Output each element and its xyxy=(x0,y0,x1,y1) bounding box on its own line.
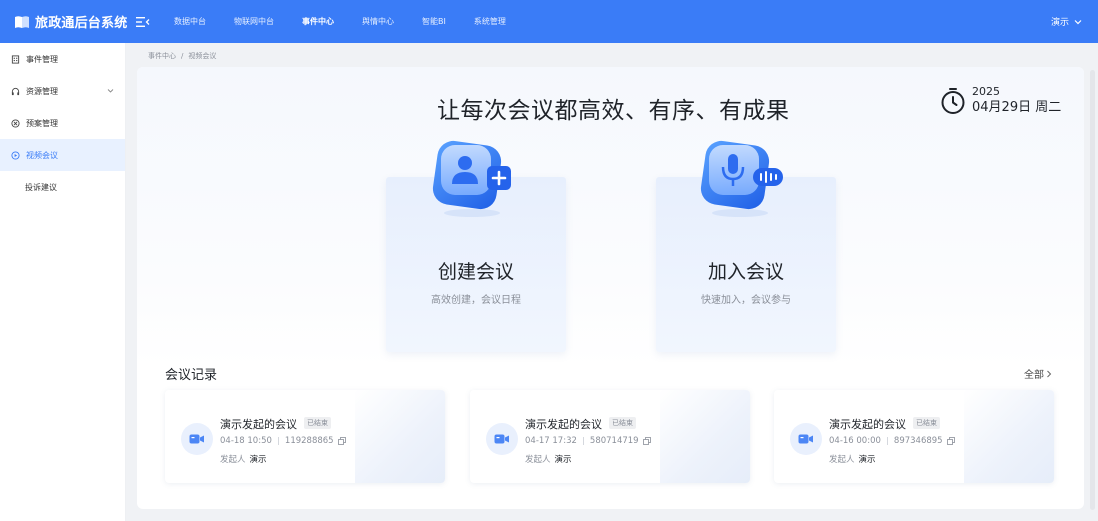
video-camera-icon xyxy=(790,423,822,455)
view-all-link[interactable]: 全部 xyxy=(1024,366,1052,381)
chevron-down-icon xyxy=(1074,19,1082,24)
sidebar-item-label: 视频会议 xyxy=(26,150,58,160)
meeting-id: 897346895 xyxy=(893,436,943,446)
sidebar-item-label: 投诉建议 xyxy=(25,182,57,192)
meeting-record-card[interactable]: 演示发起的会议 已结束 04-18 10:50 119288865 发起人 演示 xyxy=(165,390,445,483)
sidebar-item-label: 资源管理 xyxy=(26,86,58,96)
record-title: 演示发起的会议 xyxy=(220,418,297,431)
meeting-id: 119288865 xyxy=(284,436,334,446)
host-label: 发起人 xyxy=(829,455,855,465)
status-badge: 已结束 xyxy=(913,417,940,429)
view-all-label: 全部 xyxy=(1024,370,1044,381)
meeting-id: 580714719 xyxy=(589,436,639,446)
building-icon xyxy=(11,54,20,64)
sidebar-item-complaints[interactable]: 投诉建议 xyxy=(0,171,125,203)
breadcrumb-item-video-meeting: 视频会议 xyxy=(188,52,217,60)
menu-fold-icon[interactable] xyxy=(136,16,150,28)
video-camera-icon xyxy=(486,423,518,455)
host-label: 发起人 xyxy=(220,455,246,465)
sidebar-item-event-management[interactable]: 事件管理 xyxy=(0,43,125,75)
user-add-icon xyxy=(432,140,511,217)
copy-icon[interactable] xyxy=(946,437,955,445)
top-nav: 数据中台 物联网中台 事件中心 舆情中心 智能BI 系统管理 xyxy=(160,16,520,27)
target-icon xyxy=(11,118,20,128)
page-slogan: 让每次会议都高效、有序、有成果 xyxy=(437,98,790,124)
breadcrumb: 事件中心 / 视频会议 xyxy=(148,51,216,61)
record-meta: 04-18 10:50 119288865 xyxy=(220,436,346,446)
record-title: 演示发起的会议 xyxy=(829,418,906,431)
sidebar-item-label: 预案管理 xyxy=(26,118,58,128)
record-time: 04-16 00:00 xyxy=(829,436,881,446)
meeting-record-card[interactable]: 演示发起的会议 已结束 04-17 17:32 580714719 发起人 演示 xyxy=(470,390,750,483)
nav-public-opinion[interactable]: 舆情中心 xyxy=(348,16,408,27)
breadcrumb-separator: / xyxy=(181,52,184,60)
copy-icon[interactable] xyxy=(642,437,651,445)
nav-event-center[interactable]: 事件中心 xyxy=(288,16,348,27)
sidebar: 事件管理 资源管理 预案管理 视频会议 投诉建议 xyxy=(0,43,126,521)
chevron-down-icon xyxy=(107,89,114,93)
date-day: 04月29日 周二 xyxy=(972,100,1062,115)
user-name: 演示 xyxy=(1050,18,1069,28)
book-icon xyxy=(15,15,29,28)
user-menu[interactable]: 演示 xyxy=(1051,0,1082,43)
create-meeting-title: 创建会议 xyxy=(437,261,514,283)
host-name: 演示 xyxy=(554,455,572,465)
record-time: 04-18 10:50 xyxy=(220,436,272,446)
nav-smart-bi[interactable]: 智能BI xyxy=(408,16,460,27)
sidebar-item-label: 事件管理 xyxy=(26,54,58,64)
date-year: 2025 xyxy=(972,85,1000,98)
video-camera-icon xyxy=(181,423,213,455)
record-meta: 04-17 17:32 580714719 xyxy=(525,436,651,446)
join-meeting-subtitle: 快速加入，会议参与 xyxy=(701,295,791,306)
host-label: 发起人 xyxy=(525,455,551,465)
record-title: 演示发起的会议 xyxy=(525,418,602,431)
main-scrollbar[interactable] xyxy=(1090,70,1095,510)
record-time: 04-17 17:32 xyxy=(525,436,577,446)
host-name: 演示 xyxy=(249,455,267,465)
video-icon xyxy=(11,150,20,160)
headset-icon xyxy=(11,87,20,95)
card-decoration xyxy=(355,390,445,483)
nav-data-platform[interactable]: 数据中台 xyxy=(160,16,220,27)
chevron-right-icon xyxy=(1047,370,1052,377)
copy-icon[interactable] xyxy=(337,437,346,445)
record-host: 发起人 演示 xyxy=(220,453,267,465)
join-meeting-title: 加入会议 xyxy=(707,261,784,283)
stopwatch-icon xyxy=(941,88,965,114)
meeting-record-card[interactable]: 演示发起的会议 已结束 04-16 00:00 897346895 发起人 演示 xyxy=(774,390,1054,483)
top-navbar: 旅政通后台系统 数据中台 物联网中台 事件中心 舆情中心 智能BI 系统管理 演… xyxy=(0,0,1098,43)
card-decoration xyxy=(964,390,1054,483)
host-name: 演示 xyxy=(858,455,876,465)
sidebar-item-video-meeting[interactable]: 视频会议 xyxy=(0,139,125,171)
divider xyxy=(582,437,584,445)
sidebar-item-plan-management[interactable]: 预案管理 xyxy=(0,107,125,139)
app-logo[interactable]: 旅政通后台系统 xyxy=(14,12,132,31)
main-panel: 让每次会议都高效、有序、有成果 2025 04月29日 周二 创建会议 高效创建… xyxy=(137,67,1084,509)
status-badge: 已结束 xyxy=(304,417,331,429)
breadcrumb-item-event-center[interactable]: 事件中心 xyxy=(148,52,176,60)
app-title: 旅政通后台系统 xyxy=(35,16,128,31)
card-decoration xyxy=(660,390,750,483)
record-meta: 04-16 00:00 897346895 xyxy=(829,436,955,446)
record-host: 发起人 演示 xyxy=(525,453,572,465)
sidebar-item-resource-management[interactable]: 资源管理 xyxy=(0,75,125,107)
nav-system-management[interactable]: 系统管理 xyxy=(460,16,520,27)
microphone-icon xyxy=(700,140,783,217)
divider xyxy=(277,437,279,445)
status-badge: 已结束 xyxy=(609,417,636,429)
record-host: 发起人 演示 xyxy=(829,453,876,465)
nav-iot-platform[interactable]: 物联网中台 xyxy=(220,16,288,27)
date-display: 2025 04月29日 周二 xyxy=(940,85,1061,117)
create-meeting-subtitle: 高效创建，会议日程 xyxy=(431,295,521,306)
records-title: 会议记录 xyxy=(165,368,218,383)
divider xyxy=(886,437,888,445)
